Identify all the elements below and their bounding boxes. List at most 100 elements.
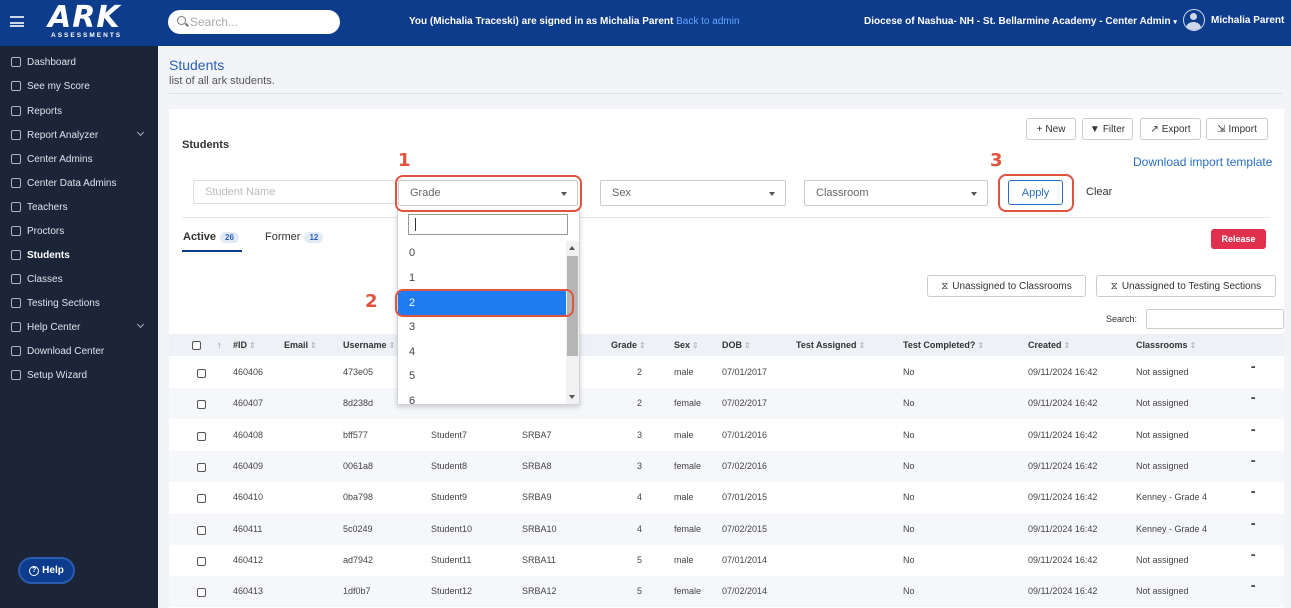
avatar-icon[interactable] xyxy=(1183,9,1205,31)
column-header-test-assigned[interactable]: Test Assigned ⇕ xyxy=(796,340,865,350)
export-button[interactable]: ↗ Export xyxy=(1140,118,1201,140)
cell-grade: 4 xyxy=(637,492,643,503)
sex-select[interactable]: Sex xyxy=(600,180,786,206)
unassigned-testing-sections-button[interactable]: ⧖ Unassigned to Testing Sections xyxy=(1096,275,1276,297)
row-checkbox[interactable] xyxy=(197,494,206,504)
column-header-created[interactable]: Created ⇕ xyxy=(1028,340,1070,350)
column-header-test-completed[interactable]: Test Completed? ⇕ xyxy=(903,340,984,350)
grade-option-0[interactable]: 0 xyxy=(398,241,566,265)
grade-option-1[interactable]: 1 xyxy=(398,266,566,290)
annotation-number-2: 2 xyxy=(365,291,378,312)
sidebar-item-reports[interactable]: Reports xyxy=(0,101,158,121)
sidebar-item-setup-wizard[interactable]: Setup Wizard xyxy=(0,365,158,385)
row-actions-icon[interactable]: ••• xyxy=(1251,459,1255,465)
filter-button[interactable]: ▼ Filter xyxy=(1082,118,1133,140)
cell-id: 460413 xyxy=(233,586,264,597)
table-search-input[interactable] xyxy=(1146,309,1284,329)
sidebar-item-proctors[interactable]: Proctors xyxy=(0,221,158,241)
filter-icon: ⧖ xyxy=(941,280,949,292)
ark-logo[interactable]: ARK ASSESSMENTS xyxy=(48,2,130,40)
row-actions-icon[interactable]: ••• xyxy=(1251,553,1255,559)
sidebar: Dashboard See my Score Reports Report An… xyxy=(0,46,158,608)
divider xyxy=(182,217,1270,218)
cell-test-completed: No xyxy=(903,523,915,534)
row-checkbox[interactable] xyxy=(197,588,206,598)
classroom-select[interactable]: Classroom xyxy=(804,180,988,206)
column-header-sex[interactable]: Sex ⇕ xyxy=(674,340,699,350)
sidebar-item-help-center[interactable]: Help Center xyxy=(0,317,158,337)
export-icon: ↗ xyxy=(1150,123,1159,135)
tab-active[interactable]: Active 26 xyxy=(183,231,239,243)
users-icon xyxy=(11,178,21,188)
sidebar-item-students[interactable]: Students xyxy=(0,245,158,265)
cell-dob: 07/01/2017 xyxy=(722,367,768,377)
cell-username: 5c0249 xyxy=(343,523,373,534)
column-header-email[interactable]: Email ⇕ xyxy=(284,340,317,350)
scroll-up-icon[interactable] xyxy=(569,246,575,250)
select-all-checkbox[interactable] xyxy=(192,341,201,350)
sort-icon[interactable]: ↑ xyxy=(217,340,222,350)
column-header-classrooms[interactable]: Classrooms ⇕ xyxy=(1136,340,1196,350)
row-checkbox[interactable] xyxy=(197,525,206,535)
annotation-number-1: 1 xyxy=(398,150,411,171)
cell-test-completed: No xyxy=(903,586,915,597)
row-actions-icon[interactable]: ••• xyxy=(1251,584,1255,590)
release-button[interactable]: Release xyxy=(1211,229,1266,249)
clear-button[interactable]: Clear xyxy=(1086,186,1112,198)
grade-option-4[interactable]: 4 xyxy=(398,340,566,364)
column-header-dob[interactable]: DOB ⇕ xyxy=(722,340,751,350)
cell-last-name: SRBA12 xyxy=(522,586,557,597)
global-search-input[interactable]: Search... xyxy=(168,10,340,34)
annotation-box-apply xyxy=(998,174,1074,212)
sidebar-item-teachers[interactable]: Teachers xyxy=(0,197,158,217)
hamburger-menu-icon[interactable] xyxy=(10,16,24,27)
sidebar-item-see-my-score[interactable]: See my Score xyxy=(0,76,158,96)
student-name-input[interactable]: Student Name xyxy=(193,180,403,204)
user-name[interactable]: Michalia Parent xyxy=(1211,15,1284,26)
column-header-username[interactable]: Username ⇕ xyxy=(343,340,395,350)
tab-former[interactable]: Former 12 xyxy=(265,231,324,243)
impersonation-notice: You (Michalia Traceski) are signed in as… xyxy=(409,16,740,27)
new-button[interactable]: + New xyxy=(1026,118,1076,140)
sidebar-item-download-center[interactable]: Download Center xyxy=(0,341,158,361)
grade-dropdown-search-input[interactable] xyxy=(408,214,568,235)
row-actions-icon[interactable]: ••• xyxy=(1251,428,1255,434)
row-checkbox[interactable] xyxy=(197,556,206,566)
cell-last-name: SRBA8 xyxy=(522,460,552,471)
row-actions-icon[interactable]: ••• xyxy=(1251,522,1255,528)
row-actions-icon[interactable]: ••• xyxy=(1251,365,1255,371)
scroll-down-icon[interactable] xyxy=(569,395,575,399)
sidebar-item-center-admins[interactable]: Center Admins xyxy=(0,149,158,169)
sidebar-item-center-data-admins[interactable]: Center Data Admins xyxy=(0,173,158,193)
cell-username: 473e05 xyxy=(343,367,374,377)
back-to-admin-link[interactable]: Back to admin xyxy=(676,16,739,27)
cell-created: 09/11/2024 16:42 xyxy=(1028,554,1098,565)
help-button[interactable]: ? Help xyxy=(20,559,73,582)
sidebar-item-report-analyzer[interactable]: Report Analyzer xyxy=(0,125,158,145)
globe-icon xyxy=(11,322,21,332)
row-checkbox[interactable] xyxy=(197,431,206,441)
unassigned-classrooms-button[interactable]: ⧖ Unassigned to Classrooms xyxy=(927,275,1086,297)
import-button[interactable]: ⇲ Import xyxy=(1206,118,1268,140)
download-icon xyxy=(11,346,21,356)
row-checkbox[interactable] xyxy=(197,400,206,410)
organization-dropdown[interactable]: Diocese of Nashua- NH - St. Bellarmine A… xyxy=(864,16,1177,27)
download-template-link[interactable]: Download import template xyxy=(1133,155,1272,169)
grade-option-6[interactable]: 6 xyxy=(398,389,566,404)
sidebar-item-classes[interactable]: Classes xyxy=(0,269,158,289)
cell-created: 09/11/2024 16:42 xyxy=(1028,492,1098,503)
column-header-id[interactable]: #ID ⇕ xyxy=(233,340,256,350)
cell-first-name: Student12 xyxy=(431,586,473,597)
row-actions-icon[interactable]: ••• xyxy=(1251,396,1255,402)
grade-option-3[interactable]: 3 xyxy=(398,315,566,339)
sidebar-item-dashboard[interactable]: Dashboard xyxy=(0,52,158,72)
row-checkbox[interactable] xyxy=(197,462,206,472)
grade-option-5[interactable]: 5 xyxy=(398,364,566,388)
row-checkbox[interactable] xyxy=(197,369,206,378)
row-actions-icon[interactable]: ••• xyxy=(1251,490,1255,496)
sidebar-item-testing-sections[interactable]: Testing Sections xyxy=(0,293,158,313)
question-icon: ? xyxy=(29,565,40,576)
column-header-grade[interactable]: Grade ⇕ xyxy=(611,340,646,350)
cell-created: 09/11/2024 16:42 xyxy=(1028,429,1098,440)
cell-dob: 07/01/2016 xyxy=(722,429,768,440)
